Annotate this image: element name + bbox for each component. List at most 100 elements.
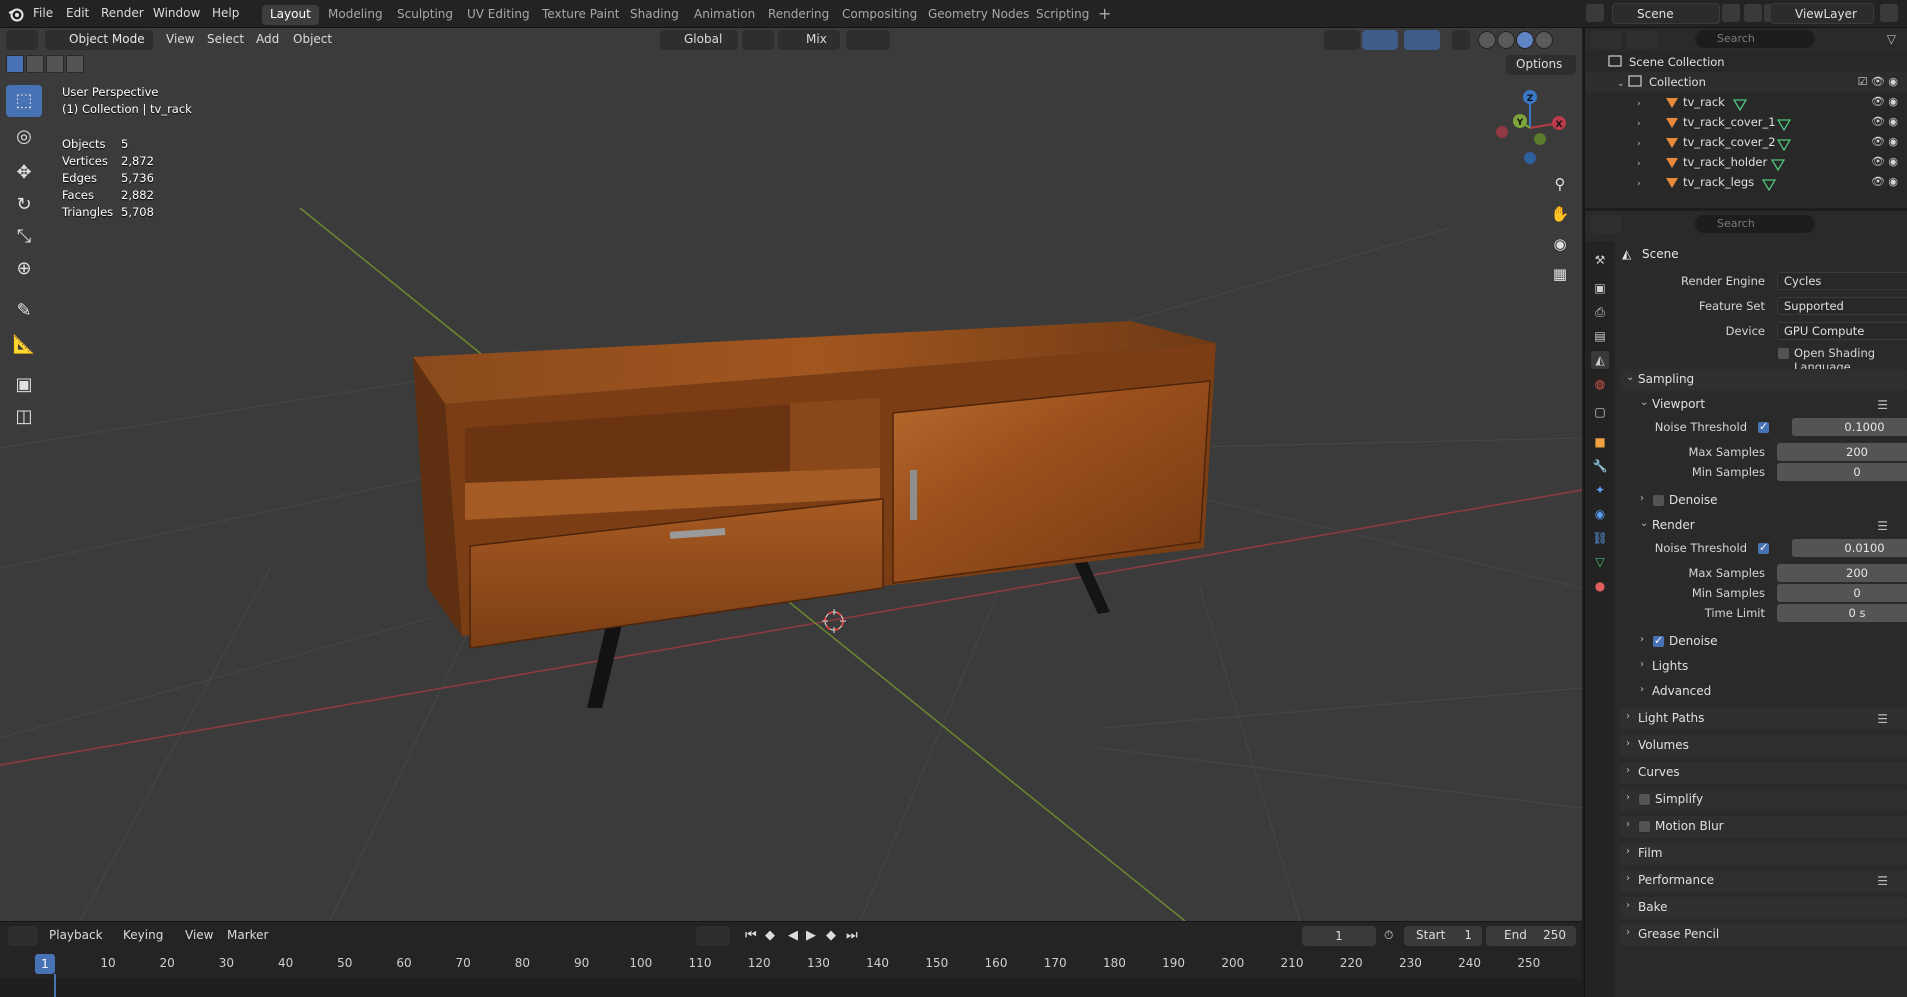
view-layer-tab-icon[interactable]: ▤: [1591, 327, 1609, 345]
performance-panel-header[interactable]: › Performance ☰: [1620, 870, 1907, 892]
feature-set-select[interactable]: Supported: [1777, 297, 1907, 315]
r-time-field[interactable]: 0 s: [1777, 604, 1907, 622]
r-min-field[interactable]: 0: [1777, 584, 1907, 602]
wireframe-shading-icon[interactable]: [1478, 31, 1496, 49]
ortho-grid-icon[interactable]: ▦: [1546, 260, 1574, 288]
transform-tool-icon[interactable]: ⊕: [6, 253, 42, 285]
r-denoise-header[interactable]: › Denoise: [1620, 631, 1907, 653]
mode-selector[interactable]: Object Mode: [45, 30, 153, 50]
vp-min-field[interactable]: 0: [1777, 463, 1907, 481]
tab-scripting[interactable]: Scripting: [1028, 5, 1097, 25]
select-box-tool-icon[interactable]: ⬚: [6, 85, 42, 117]
render-subpanel-header[interactable]: ⌄ Render ☰: [1620, 515, 1907, 537]
menu-marker[interactable]: Marker: [227, 928, 268, 942]
device-select[interactable]: GPU Compute: [1777, 322, 1907, 340]
annotate-tool-icon[interactable]: ✎: [6, 295, 42, 327]
new-scene-icon[interactable]: [1722, 4, 1740, 22]
menu-object[interactable]: Object: [293, 32, 332, 46]
collection-tab-icon[interactable]: ▢: [1591, 403, 1609, 421]
timeline-track[interactable]: [0, 978, 1582, 997]
presets-list-icon[interactable]: ☰: [1877, 874, 1888, 888]
solid-shading-icon[interactable]: [1497, 31, 1515, 49]
options-button[interactable]: Options: [1506, 55, 1576, 75]
select-extend-icon[interactable]: [26, 55, 44, 73]
object-tab-icon[interactable]: ■: [1591, 433, 1609, 451]
menu-add[interactable]: Add: [256, 32, 279, 46]
vp-denoise-checkbox[interactable]: [1652, 494, 1665, 507]
tab-layout[interactable]: Layout: [262, 5, 319, 25]
auto-key-icon[interactable]: [696, 926, 730, 946]
editor-type-button[interactable]: [6, 30, 38, 50]
scene-tab-icon[interactable]: ◭: [1591, 351, 1609, 369]
advanced-subpanel-header[interactable]: › Advanced: [1620, 681, 1907, 703]
vp-denoise-header[interactable]: › Denoise: [1620, 490, 1907, 512]
3d-cursor[interactable]: [822, 609, 846, 633]
preview-range-icon[interactable]: ⏱: [1384, 928, 1393, 943]
next-keyframe-icon[interactable]: ◆: [826, 928, 836, 943]
pan-hand-icon[interactable]: ✋: [1546, 200, 1574, 228]
new-view-layer-icon[interactable]: [1880, 4, 1898, 22]
physics-tab-icon[interactable]: ◉: [1591, 505, 1609, 523]
menu-render[interactable]: Render: [101, 6, 144, 20]
snap-selector[interactable]: Mix: [778, 30, 840, 50]
scene-type-icon[interactable]: [1586, 4, 1604, 22]
data-tab-icon[interactable]: ▽: [1591, 553, 1609, 571]
presets-list-icon[interactable]: ☰: [1877, 712, 1888, 726]
select-subtract-icon[interactable]: [46, 55, 64, 73]
render-engine-select[interactable]: Cycles: [1777, 272, 1907, 290]
tab-geometry-nodes[interactable]: Geometry Nodes: [920, 5, 1037, 25]
volumes-panel-header[interactable]: › Volumes: [1620, 735, 1907, 757]
measure-tool-icon[interactable]: 📐: [6, 329, 42, 361]
material-shading-icon[interactable]: [1516, 31, 1534, 49]
proportional-edit-icon[interactable]: [846, 30, 890, 50]
light-paths-panel-header[interactable]: › Light Paths ☰: [1620, 708, 1907, 730]
current-frame-field[interactable]: 1: [1302, 926, 1376, 946]
timeline-editor-type-icon[interactable]: [8, 926, 38, 946]
world-tab-icon[interactable]: ◍: [1591, 375, 1609, 393]
tab-sculpting[interactable]: Sculpting: [389, 5, 461, 25]
jump-end-icon[interactable]: ⏭: [846, 928, 858, 943]
rotate-tool-icon[interactable]: ↻: [6, 189, 42, 221]
overlay-toggle-icon[interactable]: [1404, 30, 1440, 50]
film-panel-header[interactable]: › Film: [1620, 843, 1907, 865]
frame-ruler[interactable]: 10 20 30 40 50 60 70 80 90 100 110 120 130 140 150 160 1…: [0, 954, 1582, 976]
navigation-gizmo[interactable]: Z X Y: [1490, 88, 1570, 168]
tab-shading[interactable]: Shading: [622, 5, 687, 25]
motion-blur-panel-header[interactable]: › Motion Blur: [1620, 816, 1907, 838]
blender-logo-icon[interactable]: [8, 6, 24, 22]
bake-panel-header[interactable]: › Bake: [1620, 897, 1907, 919]
output-tab-icon[interactable]: ⎙: [1591, 303, 1609, 321]
menu-file[interactable]: File: [33, 6, 53, 20]
grease-pencil-panel-header[interactable]: › Grease Pencil: [1620, 924, 1907, 946]
tab-animation[interactable]: Animation: [686, 5, 763, 25]
add-object-tool-icon[interactable]: ◫: [6, 401, 42, 433]
r-max-field[interactable]: 200: [1777, 564, 1907, 582]
viewport-subpanel-header[interactable]: ⌄ Viewport ☰: [1620, 394, 1907, 416]
end-frame-field[interactable]: End 250: [1486, 926, 1576, 946]
visibility-icon[interactable]: [1324, 30, 1360, 50]
r-noise-checkbox[interactable]: [1757, 541, 1770, 555]
vp-noise-checkbox[interactable]: [1757, 420, 1770, 434]
cursor-tool-icon[interactable]: ◎: [6, 121, 42, 153]
osl-checkbox[interactable]: [1777, 347, 1790, 360]
tab-rendering[interactable]: Rendering: [760, 5, 837, 25]
simplify-panel-header[interactable]: › Simplify: [1620, 789, 1907, 811]
menu-help[interactable]: Help: [212, 6, 239, 20]
presets-list-icon[interactable]: ☰: [1877, 398, 1888, 412]
orientation-selector[interactable]: Global: [660, 30, 738, 50]
scale-tool-icon[interactable]: ⤡: [6, 221, 42, 253]
menu-edit[interactable]: Edit: [66, 6, 89, 20]
playhead[interactable]: 1: [35, 954, 55, 974]
pivot-icon[interactable]: [742, 30, 774, 50]
material-tab-icon[interactable]: ●: [1591, 577, 1609, 595]
render-tab-icon[interactable]: ▣: [1591, 279, 1609, 297]
motion-blur-checkbox[interactable]: [1638, 820, 1651, 833]
menu-timeline-view[interactable]: View: [185, 928, 213, 942]
modifier-tab-icon[interactable]: 🔧: [1591, 457, 1609, 475]
sampling-panel-header[interactable]: ⌄ Sampling: [1620, 369, 1907, 391]
menu-view[interactable]: View: [166, 32, 194, 46]
menu-playback[interactable]: Playback: [49, 928, 103, 942]
properties-editor-type-icon[interactable]: [1591, 215, 1621, 233]
tab-texture-paint[interactable]: Texture Paint: [534, 5, 627, 25]
xray-toggle-icon[interactable]: [1452, 30, 1470, 50]
